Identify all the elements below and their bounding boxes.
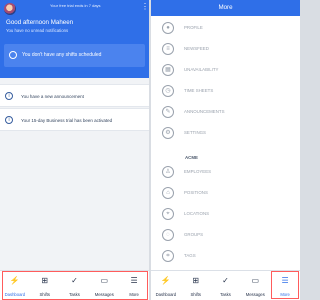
tab-label: More bbox=[280, 292, 290, 297]
more-options-icon[interactable]: ⋮ bbox=[141, 3, 149, 11]
trial-activation-card[interactable]: i Your 15-day Business trial has been ac… bbox=[0, 108, 149, 131]
no-shifts-text: You don't have any shifts scheduled bbox=[22, 52, 102, 58]
menu-icon: ☰ bbox=[281, 276, 289, 285]
check-icon: ✓ bbox=[71, 276, 78, 285]
time-sheets-icon: ◷ bbox=[162, 85, 174, 97]
announcement-text: You have a new announcement bbox=[21, 94, 84, 99]
tab-messages[interactable]: ▭ Messages bbox=[240, 271, 270, 300]
clock-icon bbox=[9, 51, 17, 59]
dashboard-screen: Your free trial ends in 7 days ⋮ Good af… bbox=[0, 0, 149, 300]
menu-item-tags[interactable]: ⌗ TAGS bbox=[151, 245, 300, 266]
tab-tasks[interactable]: ✓ Tasks bbox=[211, 271, 241, 300]
info-icon: i bbox=[5, 116, 13, 124]
tags-icon: ⌗ bbox=[162, 250, 174, 262]
menu-item-locations[interactable]: ⌖ LOCATIONS bbox=[151, 203, 300, 224]
no-shifts-banner: You don't have any shifts scheduled bbox=[4, 44, 145, 67]
trial-banner-text: Your free trial ends in 7 days bbox=[50, 3, 101, 8]
newsfeed-icon: ≡ bbox=[162, 43, 174, 55]
tab-label: Messages bbox=[94, 292, 114, 297]
positions-icon: ⌂ bbox=[162, 187, 174, 199]
tab-label: Dashboard bbox=[155, 292, 177, 297]
menu-item-label: TIME SHEETS bbox=[184, 88, 214, 93]
more-header: More bbox=[151, 0, 300, 16]
todays-roster-link[interactable]: Today's roster» bbox=[0, 66, 149, 80]
menu-item-label: ANNOUNCEMENTS bbox=[184, 109, 225, 114]
menu-item-groups[interactable]: ◌ GROUPS bbox=[151, 224, 300, 245]
message-icon: ▭ bbox=[251, 276, 260, 285]
tab-label: Tasks bbox=[69, 292, 80, 297]
menu-item-profile[interactable]: ● PROFILE bbox=[151, 17, 300, 38]
menu-item-label: PROFILE bbox=[184, 25, 203, 30]
announcements-icon: ✎ bbox=[162, 106, 174, 118]
check-icon: ✓ bbox=[222, 276, 229, 285]
tab-label: Messages bbox=[245, 292, 265, 297]
tab-label: Shifts bbox=[190, 292, 201, 297]
tab-label: More bbox=[129, 292, 139, 297]
tab-more[interactable]: ☰ More bbox=[270, 271, 300, 300]
tab-shifts[interactable]: ⊞ Shifts bbox=[30, 271, 60, 300]
dashboard-icon: ⚡ bbox=[160, 276, 171, 285]
tab-tasks[interactable]: ✓ Tasks bbox=[60, 271, 90, 300]
menu-item-time-sheets[interactable]: ◷ TIME SHEETS bbox=[151, 80, 300, 101]
tab-dashboard[interactable]: ⚡ Dashboard bbox=[151, 271, 181, 300]
menu-item-label: LOCATIONS bbox=[184, 211, 210, 216]
tab-label: Shifts bbox=[39, 292, 50, 297]
menu-item-label: POSITIONS bbox=[184, 190, 208, 195]
tab-shifts[interactable]: ⊞ Shifts bbox=[181, 271, 211, 300]
menu-item-label: TAGS bbox=[184, 253, 196, 258]
menu-item-label: NEWSFEED bbox=[184, 46, 209, 51]
bottom-tab-bar: ⚡ Dashboard ⊞ Shifts ✓ Tasks ▭ Messages … bbox=[0, 270, 149, 300]
announcement-card[interactable]: i You have a new announcement bbox=[0, 84, 149, 107]
trial-activation-text: Your 15-day Business trial has been acti… bbox=[21, 118, 113, 123]
locations-icon: ⌖ bbox=[162, 208, 174, 220]
settings-icon: ⚙ bbox=[162, 127, 174, 139]
menu-item-announcements[interactable]: ✎ ANNOUNCEMENTS bbox=[151, 101, 300, 122]
grid-icon: ⊞ bbox=[192, 276, 200, 285]
tab-more[interactable]: ☰ More bbox=[119, 271, 149, 300]
menu-item-unavailability[interactable]: ▦ UNAVAILABILITY bbox=[151, 59, 300, 80]
section-title: ACME bbox=[185, 155, 198, 160]
menu-icon: ☰ bbox=[130, 276, 138, 285]
grid-icon: ⊞ bbox=[41, 276, 49, 285]
menu-item-newsfeed[interactable]: ≡ NEWSFEED bbox=[151, 38, 300, 59]
tab-messages[interactable]: ▭ Messages bbox=[89, 271, 119, 300]
menu-item-label: GROUPS bbox=[184, 232, 204, 237]
menu-item-label: SETTINGS bbox=[184, 130, 206, 135]
notification-summary: You have no unread notifications bbox=[6, 28, 69, 33]
menu-item-label: EMPLOYEES bbox=[184, 169, 212, 174]
groups-icon: ◌ bbox=[162, 229, 174, 241]
tab-label: Tasks bbox=[220, 292, 231, 297]
page-title: More bbox=[218, 4, 233, 11]
unavailability-icon: ▦ bbox=[162, 64, 174, 76]
info-icon: i bbox=[5, 92, 13, 100]
more-screen: More ● PROFILE ≡ NEWSFEED ▦ UNAVAILABILI… bbox=[151, 0, 300, 300]
menu-item-employees[interactable]: ♙ EMPLOYEES bbox=[151, 161, 300, 182]
menu-item-label: UNAVAILABILITY bbox=[184, 67, 219, 72]
tab-dashboard[interactable]: ⚡ Dashboard bbox=[0, 271, 30, 300]
bottom-tab-bar: ⚡ Dashboard ⊞ Shifts ✓ Tasks ▭ Messages … bbox=[151, 270, 300, 300]
profile-icon: ● bbox=[162, 22, 174, 34]
message-icon: ▭ bbox=[100, 276, 109, 285]
greeting-text: Good afternoon Maheen bbox=[6, 19, 74, 26]
avatar[interactable] bbox=[4, 3, 16, 15]
employees-icon: ♙ bbox=[162, 166, 174, 178]
tab-label: Dashboard bbox=[4, 292, 26, 297]
menu-item-settings[interactable]: ⚙ SETTINGS bbox=[151, 122, 300, 143]
dashboard-icon: ⚡ bbox=[9, 276, 20, 285]
menu-item-positions[interactable]: ⌂ POSITIONS bbox=[151, 182, 300, 203]
